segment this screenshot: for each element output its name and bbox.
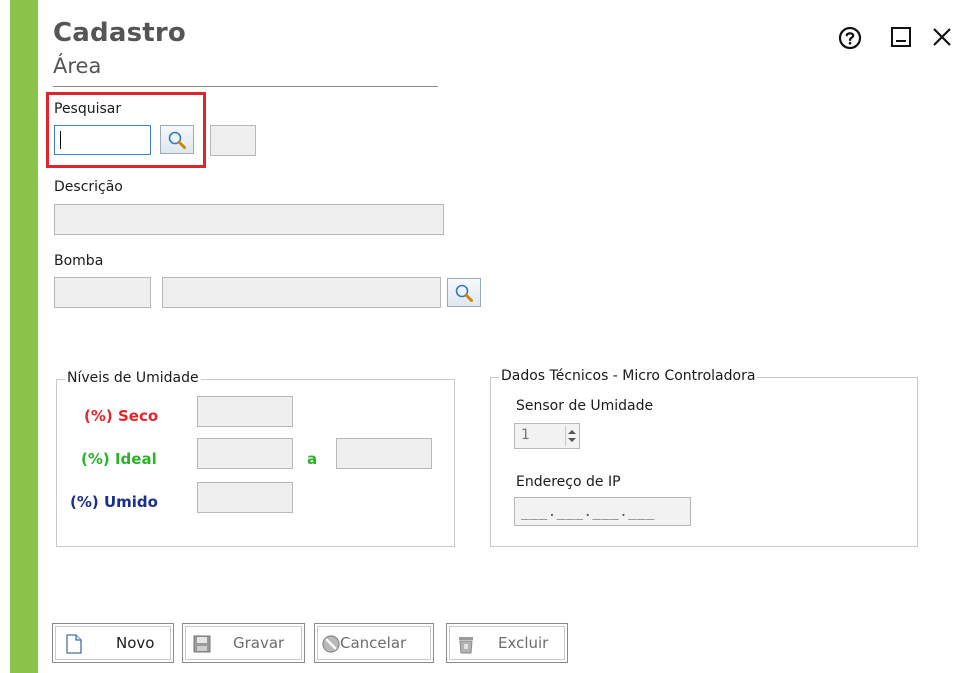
window-left-edge bbox=[0, 0, 10, 673]
chevron-up-icon[interactable] bbox=[568, 430, 576, 434]
trash-icon bbox=[459, 637, 473, 654]
ideal-range-separator: a bbox=[307, 450, 318, 468]
magnifier-icon bbox=[455, 284, 473, 302]
umidade-legend: Níveis de Umidade bbox=[65, 370, 201, 386]
ip-address-input[interactable]: ___.___.___.___ bbox=[514, 497, 691, 526]
tecnicos-legend: Dados Técnicos - Micro Controladora bbox=[499, 368, 758, 384]
descricao-field[interactable] bbox=[54, 204, 444, 235]
search-button[interactable] bbox=[160, 125, 194, 154]
bomba-code-field[interactable] bbox=[54, 277, 151, 308]
search-result-code bbox=[210, 125, 256, 156]
umido-label: (%) Umido bbox=[70, 493, 158, 511]
cancelar-button[interactable]: Cancelar bbox=[314, 623, 434, 663]
bomba-search-button[interactable] bbox=[447, 278, 481, 307]
ideal-label: (%) Ideal bbox=[81, 450, 157, 468]
excluir-button[interactable]: Excluir bbox=[446, 623, 568, 663]
new-document-icon bbox=[66, 634, 82, 654]
gravar-button[interactable]: Gravar bbox=[182, 623, 305, 663]
sensor-stepper[interactable]: 1 bbox=[514, 423, 580, 449]
gravar-label: Gravar bbox=[233, 634, 285, 652]
excluir-label: Excluir bbox=[498, 634, 549, 652]
page-title: Cadastro bbox=[53, 18, 186, 48]
ip-mask: ___.___.___.___ bbox=[521, 504, 655, 520]
umido-input[interactable] bbox=[197, 482, 293, 513]
ideal-max-input[interactable] bbox=[336, 438, 432, 469]
page-subtitle: Área bbox=[53, 54, 102, 78]
search-label: Pesquisar bbox=[54, 101, 122, 117]
sensor-label: Sensor de Umidade bbox=[516, 398, 654, 414]
magnifier-icon bbox=[168, 131, 186, 149]
ideal-min-input[interactable] bbox=[197, 438, 293, 469]
help-icon[interactable] bbox=[838, 26, 862, 50]
chevron-down-icon[interactable] bbox=[568, 438, 576, 442]
text-caret bbox=[60, 131, 61, 149]
novo-label: Novo bbox=[116, 634, 155, 652]
novo-button[interactable]: Novo bbox=[52, 623, 174, 663]
accent-sidebar bbox=[10, 0, 38, 673]
sensor-value: 1 bbox=[521, 427, 530, 443]
title-divider bbox=[53, 86, 438, 87]
cancel-icon bbox=[322, 635, 340, 653]
close-icon[interactable] bbox=[931, 26, 953, 48]
bomba-name-field[interactable] bbox=[162, 277, 441, 308]
stepper-arrows[interactable] bbox=[565, 426, 577, 446]
bomba-label: Bomba bbox=[54, 253, 104, 269]
seco-input[interactable] bbox=[197, 396, 293, 427]
ip-label: Endereço de IP bbox=[516, 474, 621, 490]
minimize-icon[interactable] bbox=[890, 26, 912, 48]
search-input[interactable] bbox=[54, 125, 151, 155]
cancelar-label: Cancelar bbox=[340, 634, 407, 652]
save-icon bbox=[193, 635, 211, 653]
seco-label: (%) Seco bbox=[84, 407, 159, 425]
descricao-label: Descrição bbox=[54, 179, 123, 195]
